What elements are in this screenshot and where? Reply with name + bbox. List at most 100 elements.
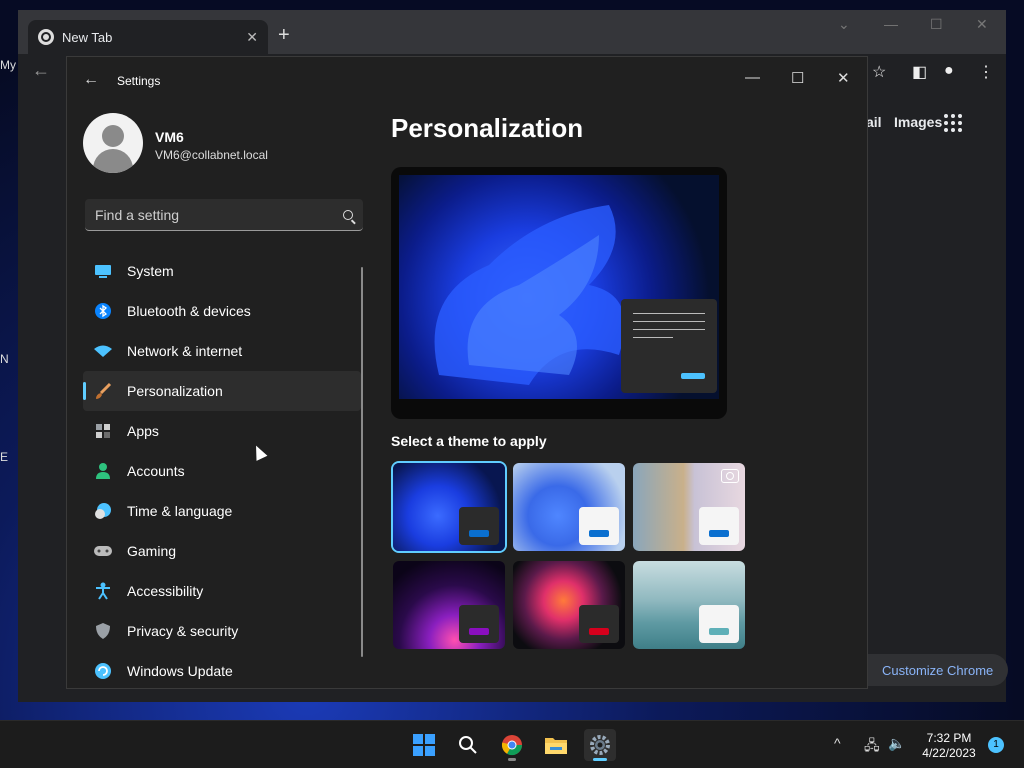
user-email: VM6@collabnet.local — [155, 148, 268, 162]
nav-item-privacy[interactable]: Privacy & security — [83, 611, 361, 651]
window-title: Settings — [117, 74, 161, 88]
nav-item-gaming[interactable]: Gaming — [83, 531, 361, 571]
desktop-icon-label[interactable]: N — [0, 352, 18, 366]
side-panel-icon[interactable]: ◧ — [912, 62, 927, 82]
bookmark-star-icon[interactable]: ☆ — [872, 62, 886, 82]
nav-scrollbar[interactable] — [361, 267, 363, 657]
search-input[interactable] — [95, 206, 343, 223]
file-explorer-app[interactable] — [540, 729, 572, 761]
settings-window: ← Settings — ☐ ✕ VM6 VM6@collabnet.local… — [66, 56, 868, 689]
start-button[interactable] — [408, 729, 440, 761]
nav-item-apps[interactable]: Apps — [83, 411, 361, 451]
themes-label: Select a theme to apply — [391, 433, 547, 449]
theme-flow[interactable] — [633, 561, 745, 649]
nav-label: Accounts — [127, 463, 185, 479]
chrome-tab-new-tab[interactable]: New Tab ✕ — [28, 20, 268, 54]
google-apps-icon[interactable] — [944, 114, 962, 132]
nav-label: Personalization — [127, 383, 223, 399]
theme-windows-spotlight[interactable] — [633, 463, 745, 551]
nav-label: Windows Update — [127, 663, 233, 679]
chrome-maximize-button[interactable]: ☐ — [930, 16, 943, 33]
chrome-app[interactable] — [496, 729, 528, 761]
nav-item-network[interactable]: Network & internet — [83, 331, 361, 371]
system-icon — [93, 261, 113, 281]
profile-icon[interactable]: ● — [944, 62, 954, 80]
user-name: VM6 — [155, 129, 184, 145]
gear-icon — [590, 735, 610, 755]
tab-title: New Tab — [62, 29, 113, 45]
theme-windows-dark[interactable] — [393, 463, 505, 551]
settings-app[interactable] — [584, 729, 616, 761]
desktop-icon-label[interactable]: My — [0, 58, 18, 72]
clock-date: 4/22/2023 — [922, 746, 976, 760]
nav-label: Bluetooth & devices — [127, 303, 251, 319]
taskbar: ^ 🖧 🔈 7:32 PM 4/22/2023 1 — [0, 720, 1024, 768]
nav-label: Accessibility — [127, 583, 204, 599]
windows-logo-icon — [413, 734, 435, 756]
shield-icon — [93, 621, 113, 641]
nav-label: Gaming — [127, 543, 177, 559]
update-icon — [93, 661, 113, 681]
nav-item-windows-update[interactable]: Windows Update — [83, 651, 361, 688]
nav-item-system[interactable]: System — [83, 251, 361, 291]
nav-item-personalization[interactable]: Personalization — [83, 371, 361, 411]
volume-icon[interactable]: 🔈 — [888, 735, 905, 752]
network-icon[interactable]: 🖧 — [864, 735, 880, 759]
close-button[interactable]: ✕ — [837, 69, 850, 87]
account-icon — [93, 461, 113, 481]
user-profile[interactable]: VM6 VM6@collabnet.local — [83, 113, 363, 177]
search-box — [85, 199, 363, 231]
chrome-minimize-button[interactable]: — — [884, 16, 898, 32]
camera-icon — [721, 469, 739, 483]
maximize-button[interactable]: ☐ — [791, 69, 804, 87]
search-icon[interactable] — [343, 209, 353, 220]
apps-icon — [93, 421, 113, 441]
avatar — [83, 113, 143, 173]
nav-label: System — [127, 263, 174, 279]
customize-chrome-button[interactable]: Customize Chrome — [850, 654, 1008, 686]
gamepad-icon — [93, 541, 113, 561]
nav-item-bluetooth[interactable]: Bluetooth & devices — [83, 291, 361, 331]
settings-title-bar: ← Settings — ☐ ✕ — [67, 57, 867, 105]
settings-nav: System Bluetooth & devices Network & int… — [83, 251, 361, 688]
nav-label: Time & language — [127, 503, 233, 519]
brush-icon — [93, 381, 113, 401]
chrome-menu-icon[interactable]: ⋮ — [978, 62, 994, 82]
theme-glow[interactable] — [393, 561, 505, 649]
theme-windows-light[interactable] — [513, 463, 625, 551]
images-link[interactable]: Images — [894, 114, 942, 130]
folder-icon — [545, 738, 567, 754]
nav-item-accounts[interactable]: Accounts — [83, 451, 361, 491]
theme-preview — [391, 167, 727, 419]
nav-label: Network & internet — [127, 343, 243, 359]
tray-chevron-icon[interactable]: ^ — [834, 735, 841, 751]
nav-item-accessibility[interactable]: Accessibility — [83, 571, 361, 611]
chrome-back-icon[interactable]: ← — [32, 60, 50, 81]
tab-close-icon[interactable]: ✕ — [246, 29, 258, 46]
wallpaper-preview — [399, 175, 719, 399]
minimize-button[interactable]: — — [745, 69, 760, 86]
chrome-tab-bar: New Tab ✕ + ⌄ — ☐ ✕ — [18, 10, 1006, 54]
chrome-icon — [501, 735, 523, 756]
tab-search-icon[interactable]: ⌄ — [838, 16, 850, 33]
theme-captured-motion[interactable] — [513, 561, 625, 649]
page-title: Personalization — [391, 113, 584, 143]
nav-label: Privacy & security — [127, 623, 239, 639]
content-pane: Personalization Select a theme to apply — [391, 113, 851, 649]
wifi-icon — [93, 341, 113, 361]
search-button[interactable] — [452, 729, 484, 761]
notification-badge[interactable]: 1 — [988, 737, 1004, 753]
back-arrow-icon[interactable]: ← — [83, 71, 99, 89]
chrome-close-button[interactable]: ✕ — [976, 16, 988, 33]
bluetooth-icon — [93, 301, 113, 321]
accessibility-icon — [93, 581, 113, 601]
new-tab-button[interactable]: + — [278, 24, 290, 47]
chrome-favicon-icon — [38, 29, 54, 45]
gmail-link[interactable]: ail — [866, 114, 882, 130]
taskbar-clock[interactable]: 7:32 PM 4/22/2023 — [914, 731, 984, 761]
nav-item-time-language[interactable]: Time & language — [83, 491, 361, 531]
clock-time: 7:32 PM — [926, 731, 972, 745]
preview-window — [621, 299, 717, 393]
taskbar-search-icon — [459, 736, 477, 754]
desktop-icon-label[interactable]: E — [0, 450, 18, 464]
